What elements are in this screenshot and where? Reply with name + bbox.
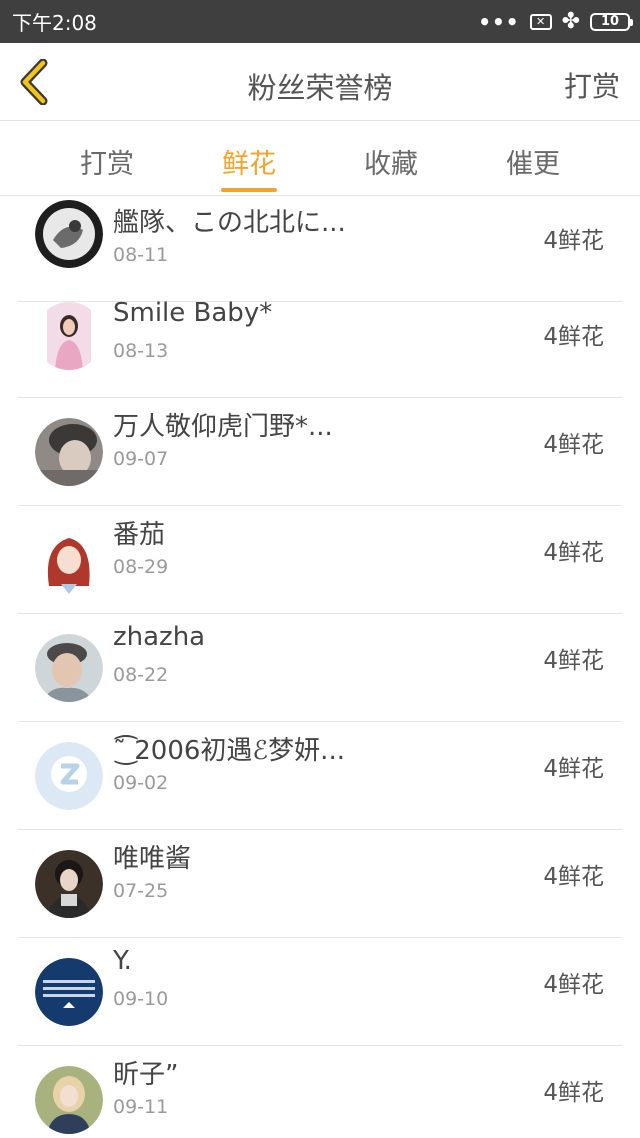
avatar [35,958,103,1026]
avatar [35,634,103,702]
list-item[interactable]: 唯唯酱 07-25 4鲜花 [18,830,622,938]
clover-icon: ✤ [561,8,580,34]
status-bar: 下午2:08 ••• ✕ ✤ 10 [0,0,640,43]
list-item[interactable]: 昕子” 09-11 4鲜花 [18,1046,622,1138]
flower-amount: 4鲜花 [543,540,604,566]
user-name: 艦隊、この北北に... [113,208,346,238]
user-name: ˜͜͡ 2006初遇ℰ梦妍... [113,736,345,766]
gift-date: 08-13 [113,340,169,362]
flower-amount: 4鲜花 [543,972,604,998]
battery-level: 10 [600,13,620,29]
flower-amount: 4鲜花 [543,228,604,254]
title-bar: 粉丝荣誉榜 打赏 [0,43,640,121]
more-dots-icon: ••• [478,9,520,34]
gift-date: 09-11 [113,1096,169,1118]
user-name: Smile Baby* [113,298,273,328]
gift-date: 09-02 [113,772,169,794]
fan-list: 艦隊、この北北に... 08-11 4鲜花 Smile Baby* 08-13 … [0,196,640,1138]
gift-date: 08-29 [113,556,169,578]
status-time: 下午2:08 [12,11,97,35]
avatar [35,1066,103,1134]
avatar [35,418,103,486]
flower-amount: 4鲜花 [543,756,604,782]
list-item[interactable]: 万人敬仰虎门野*... 09-07 4鲜花 [18,398,622,506]
flower-amount: 4鲜花 [543,648,604,674]
gift-date: 09-10 [113,988,169,1010]
user-name: 唯唯酱 [113,844,192,874]
list-item[interactable]: Smile Baby* 08-13 4鲜花 [18,290,622,398]
user-name: 昕子” [113,1060,179,1090]
list-item[interactable]: 艦隊、この北北に... 08-11 4鲜花 [18,196,622,302]
list-item[interactable]: zhazha 08-22 4鲜花 [18,614,622,722]
avatar [35,742,103,810]
notification-x-icon: ✕ [529,13,552,30]
list-item[interactable]: 番茄 08-29 4鲜花 [18,506,622,614]
flower-amount: 4鲜花 [543,432,604,458]
avatar [35,302,103,370]
list-item[interactable]: Y. 09-10 4鲜花 [18,938,622,1046]
user-name: 万人敬仰虎门野*... [113,412,333,442]
gift-date: 08-22 [113,664,169,686]
flower-amount: 4鲜花 [543,864,604,890]
tab-reward[interactable]: 打赏 [57,142,157,181]
tab-flowers[interactable]: 鲜花 [199,142,299,192]
flower-amount: 4鲜花 [543,1080,604,1106]
reward-button[interactable]: 打赏 [564,65,620,105]
gift-date: 07-25 [113,880,169,902]
user-name: 番茄 [113,520,166,550]
user-name: zhazha [113,622,206,652]
user-name: Y. [113,946,132,976]
status-icons: ••• ✕ ✤ 10 [478,8,633,34]
tab-bar: 打赏 鲜花 收藏 催更 [0,122,640,196]
avatar [35,850,103,918]
avatar [35,526,103,594]
list-item[interactable]: ˜͜͡ 2006初遇ℰ梦妍... 09-02 4鲜花 [18,722,622,830]
tab-active-indicator [221,188,277,192]
flower-amount: 4鲜花 [543,324,604,350]
tab-flowers-label: 鲜花 [222,149,276,180]
page-title: 粉丝荣誉榜 [247,71,393,105]
gift-date: 08-11 [113,244,169,266]
gift-date: 09-07 [113,448,169,470]
tab-favorites[interactable]: 收藏 [341,142,441,181]
avatar [35,200,103,268]
tab-urge-update[interactable]: 催更 [483,142,583,181]
battery-icon: 10 [590,12,633,31]
